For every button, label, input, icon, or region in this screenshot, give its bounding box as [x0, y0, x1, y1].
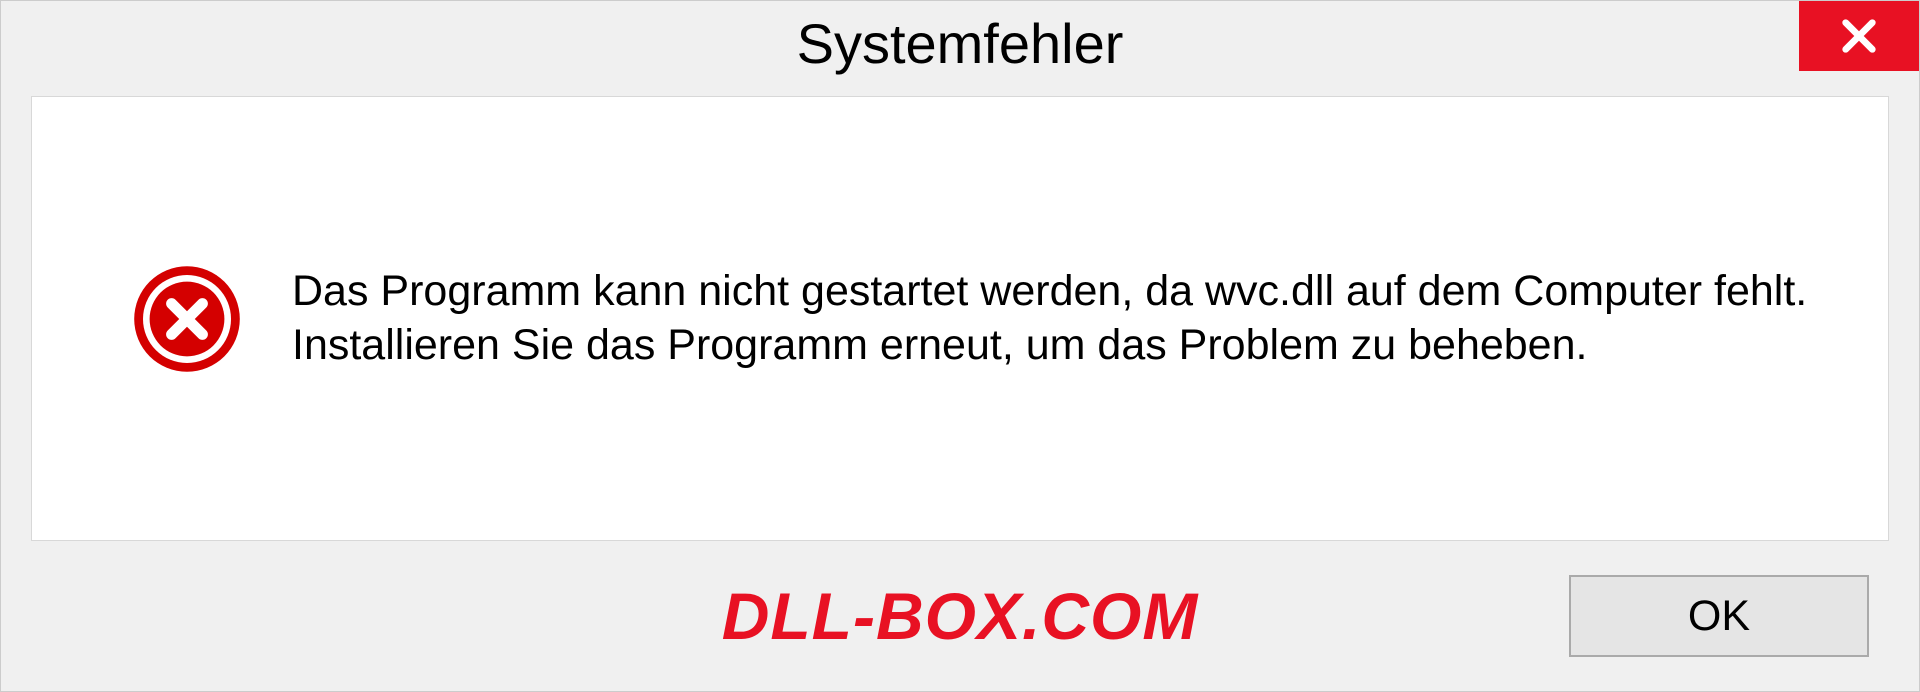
watermark-text: DLL-BOX.COM — [722, 578, 1199, 654]
content-area: Das Programm kann nicht gestartet werden… — [31, 96, 1889, 541]
close-icon — [1839, 16, 1879, 56]
titlebar: Systemfehler — [1, 1, 1919, 96]
error-message: Das Programm kann nicht gestartet werden… — [292, 265, 1828, 373]
ok-button[interactable]: OK — [1569, 575, 1869, 657]
footer: DLL-BOX.COM OK — [1, 541, 1919, 691]
dialog-title: Systemfehler — [797, 11, 1124, 76]
close-button[interactable] — [1799, 1, 1919, 71]
error-icon — [132, 264, 242, 374]
error-dialog: Systemfehler Das Programm kann nicht ges… — [0, 0, 1920, 692]
